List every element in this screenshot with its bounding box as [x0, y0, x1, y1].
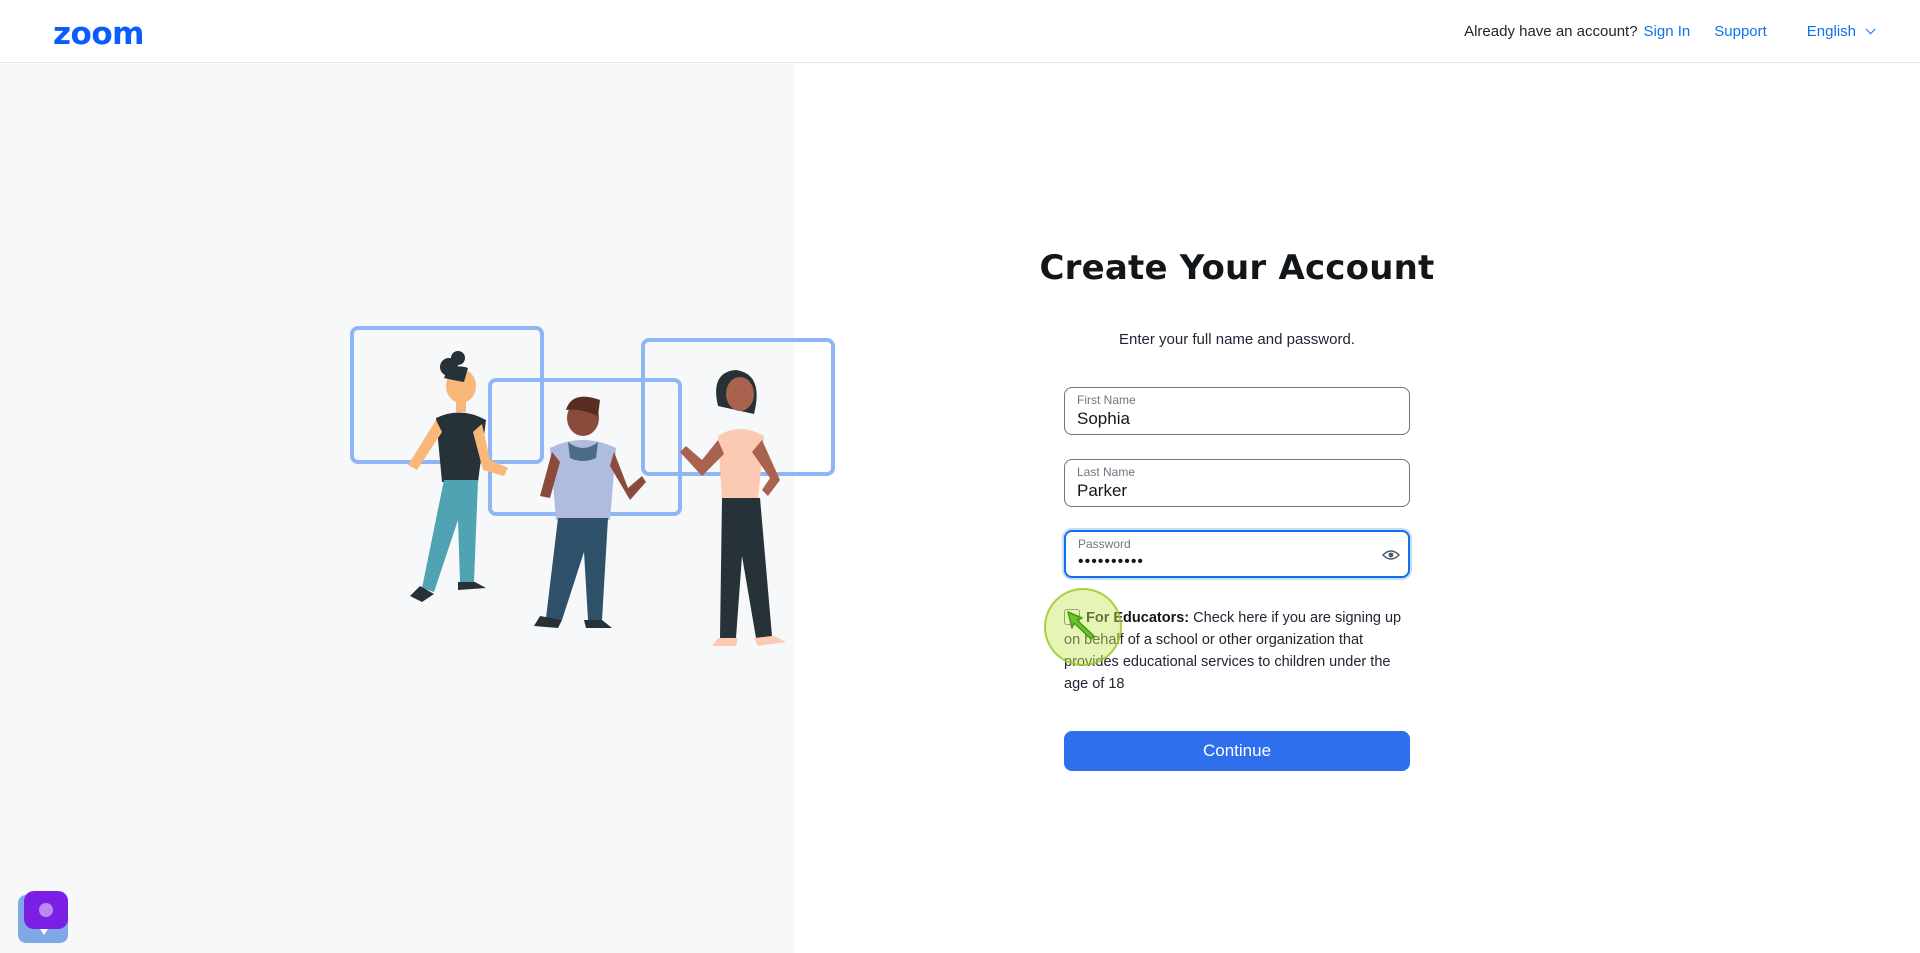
chevron-down-icon: [1865, 24, 1876, 35]
people-illustration: [350, 326, 835, 646]
sign-in-link[interactable]: Sign In: [1644, 23, 1691, 40]
top-navigation-bar: zoom Already have an account? Sign In Su…: [0, 0, 1920, 63]
last-name-label: Last Name: [1077, 465, 1136, 479]
password-label: Password: [1078, 537, 1131, 551]
continue-button[interactable]: Continue: [1064, 731, 1410, 771]
language-label: English: [1806, 23, 1856, 40]
page-title: Create Your Account: [1039, 248, 1435, 288]
password-field[interactable]: Password: [1064, 530, 1410, 578]
last-name-field[interactable]: Last Name: [1064, 459, 1410, 507]
header-links: Already have an account? Sign In Support…: [1464, 23, 1876, 40]
show-password-icon[interactable]: [1382, 549, 1400, 561]
first-name-field[interactable]: First Name: [1064, 387, 1410, 435]
page-subtitle: Enter your full name and password.: [1119, 331, 1355, 348]
zoom-logo[interactable]: zoom: [53, 16, 144, 52]
already-have-account-text: Already have an account?: [1464, 23, 1638, 40]
password-input[interactable]: [1078, 553, 1378, 571]
first-name-input[interactable]: [1077, 409, 1377, 429]
chat-support-icon[interactable]: [18, 891, 70, 943]
cursor-arrow-icon: [1067, 611, 1095, 640]
first-name-label: First Name: [1077, 393, 1136, 407]
last-name-input[interactable]: [1077, 481, 1377, 501]
language-selector[interactable]: English: [1806, 23, 1876, 40]
support-link[interactable]: Support: [1714, 23, 1767, 40]
